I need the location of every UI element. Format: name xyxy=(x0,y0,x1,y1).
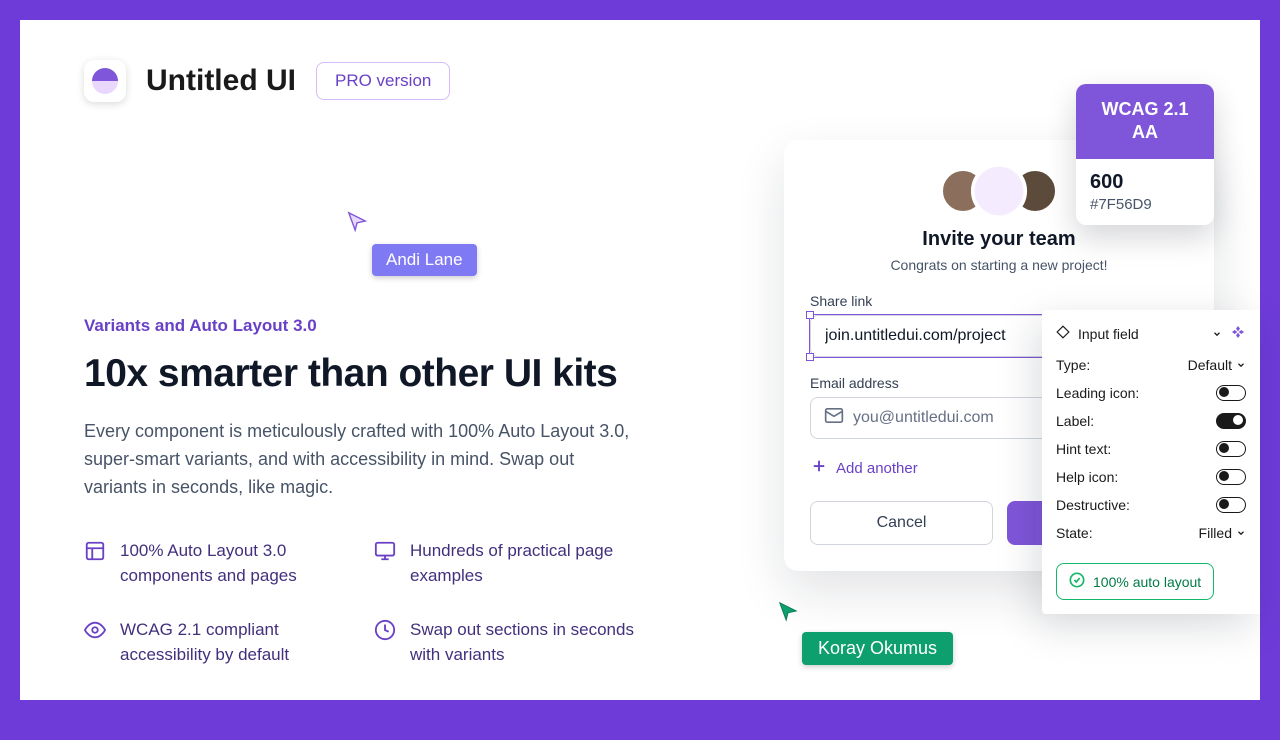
row-label: Help icon: xyxy=(1056,469,1118,485)
row-label: Hint text: xyxy=(1056,441,1111,457)
share-link-label: Share link xyxy=(810,293,1188,309)
avatar xyxy=(971,163,1027,219)
cursor-icon xyxy=(777,600,799,627)
feature-item: WCAG 2.1 compliant accessibility by defa… xyxy=(84,617,354,668)
label-toggle[interactable] xyxy=(1216,413,1246,429)
feature-item: 100% Auto Layout 3.0 components and page… xyxy=(84,538,354,589)
label-row: Label: xyxy=(1056,413,1246,429)
user-tag-andi: Andi Lane xyxy=(372,244,477,276)
cursor-icon xyxy=(346,210,368,232)
type-row[interactable]: Type: Default xyxy=(1056,357,1246,373)
row-label: Type: xyxy=(1056,357,1090,373)
color-hex: #7F56D9 xyxy=(1090,196,1200,213)
check-circle-icon xyxy=(1069,572,1085,591)
hero-content: Variants and Auto Layout 3.0 10x smarter… xyxy=(84,316,644,668)
header: Untitled UI PRO version xyxy=(20,20,1260,102)
color-shade: 600 xyxy=(1090,171,1200,194)
plus-icon xyxy=(810,457,828,479)
state-value: Filled xyxy=(1199,525,1232,541)
modal-title: Invite your team xyxy=(810,228,1188,251)
feature-text: 100% Auto Layout 3.0 components and page… xyxy=(120,538,354,589)
mail-icon xyxy=(824,406,844,431)
logo-icon xyxy=(84,60,126,102)
variant-icon[interactable] xyxy=(1230,324,1246,343)
inspector-panel: Input field Type: Default Leading icon: … xyxy=(1042,310,1260,614)
state-row[interactable]: State: Filled xyxy=(1056,525,1246,541)
destructive-row: Destructive: xyxy=(1056,497,1246,513)
component-icon xyxy=(1056,325,1070,342)
auto-layout-text: 100% auto layout xyxy=(1093,574,1201,590)
row-label: Destructive: xyxy=(1056,497,1130,513)
feature-item: Hundreds of practical page examples xyxy=(374,538,644,589)
row-label: Label: xyxy=(1056,413,1094,429)
wcag-title: WCAG 2.1 xyxy=(1084,98,1206,121)
row-label: State: xyxy=(1056,525,1093,541)
hint-text-row: Hint text: xyxy=(1056,441,1246,457)
eyebrow: Variants and Auto Layout 3.0 xyxy=(84,316,644,336)
wcag-badge: WCAG 2.1 AA 600 #7F56D9 xyxy=(1076,84,1214,225)
pro-version-badge[interactable]: PRO version xyxy=(316,62,450,100)
auto-layout-badge: 100% auto layout xyxy=(1056,563,1214,600)
feature-text: Swap out sections in seconds with varian… xyxy=(410,617,644,668)
chevron-down-icon xyxy=(1236,360,1246,370)
row-label: Leading icon: xyxy=(1056,385,1139,401)
user-tag-koray: Koray Okumus xyxy=(802,632,953,665)
layout-icon xyxy=(84,540,106,567)
page-title: 10x smarter than other UI kits xyxy=(84,352,644,396)
destructive-toggle[interactable] xyxy=(1216,497,1246,513)
leading-icon-row: Leading icon: xyxy=(1056,385,1246,401)
type-value: Default xyxy=(1188,357,1232,373)
chevron-down-icon xyxy=(1236,528,1246,538)
feature-text: Hundreds of practical page examples xyxy=(410,538,644,589)
eye-icon xyxy=(84,619,106,646)
leading-icon-toggle[interactable] xyxy=(1216,385,1246,401)
add-another-label: Add another xyxy=(836,460,918,477)
brand-name: Untitled UI xyxy=(146,64,296,98)
modal-subtitle: Congrats on starting a new project! xyxy=(810,257,1188,273)
hero-paragraph: Every component is meticulously crafted … xyxy=(84,418,634,502)
feature-item: Swap out sections in seconds with varian… xyxy=(374,617,644,668)
feature-text: WCAG 2.1 compliant accessibility by defa… xyxy=(120,617,354,668)
wcag-level: AA xyxy=(1084,121,1206,144)
help-toggle[interactable] xyxy=(1216,469,1246,485)
clock-icon xyxy=(374,619,396,646)
monitor-icon xyxy=(374,540,396,567)
chevron-down-icon[interactable] xyxy=(1212,326,1222,342)
hint-toggle[interactable] xyxy=(1216,441,1246,457)
help-icon-row: Help icon: xyxy=(1056,469,1246,485)
cancel-button[interactable]: Cancel xyxy=(810,501,993,545)
panel-title: Input field xyxy=(1078,326,1204,342)
